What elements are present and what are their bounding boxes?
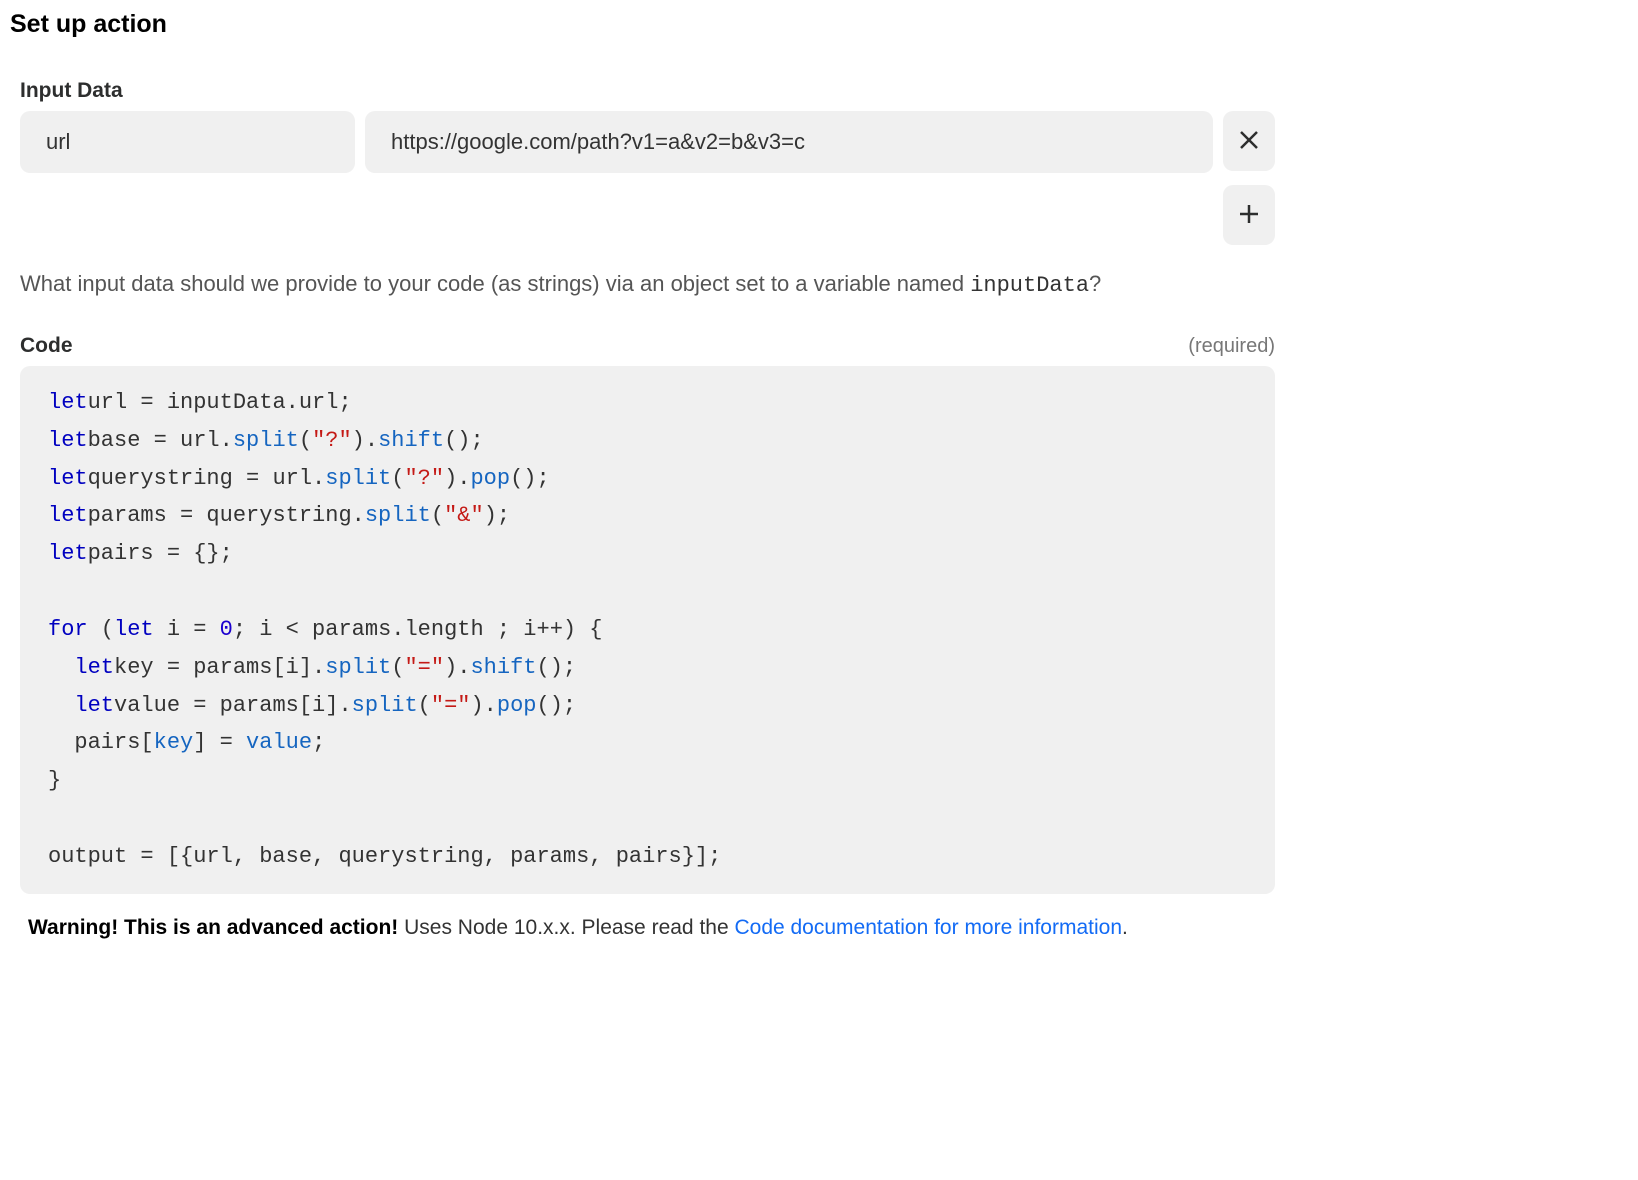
input-key-field[interactable] xyxy=(20,111,355,173)
code-editor[interactable]: leturl = inputData.url; letbase = url.sp… xyxy=(20,366,1275,894)
plus-icon xyxy=(1237,202,1261,229)
warning-text: Warning! This is an advanced action! Use… xyxy=(10,912,1275,944)
input-data-row xyxy=(10,111,1275,173)
remove-row-button[interactable] xyxy=(1223,111,1275,171)
code-label: Code xyxy=(20,334,73,358)
input-data-label: Input Data xyxy=(10,79,1275,103)
code-docs-link[interactable]: Code documentation for more information xyxy=(734,916,1122,939)
required-label: (required) xyxy=(1188,335,1275,358)
close-icon xyxy=(1237,128,1261,155)
helper-text: What input data should we provide to you… xyxy=(10,267,1275,302)
input-value-field[interactable] xyxy=(365,111,1213,173)
page-title: Set up action xyxy=(10,10,1275,39)
add-row-button[interactable] xyxy=(1223,185,1275,245)
